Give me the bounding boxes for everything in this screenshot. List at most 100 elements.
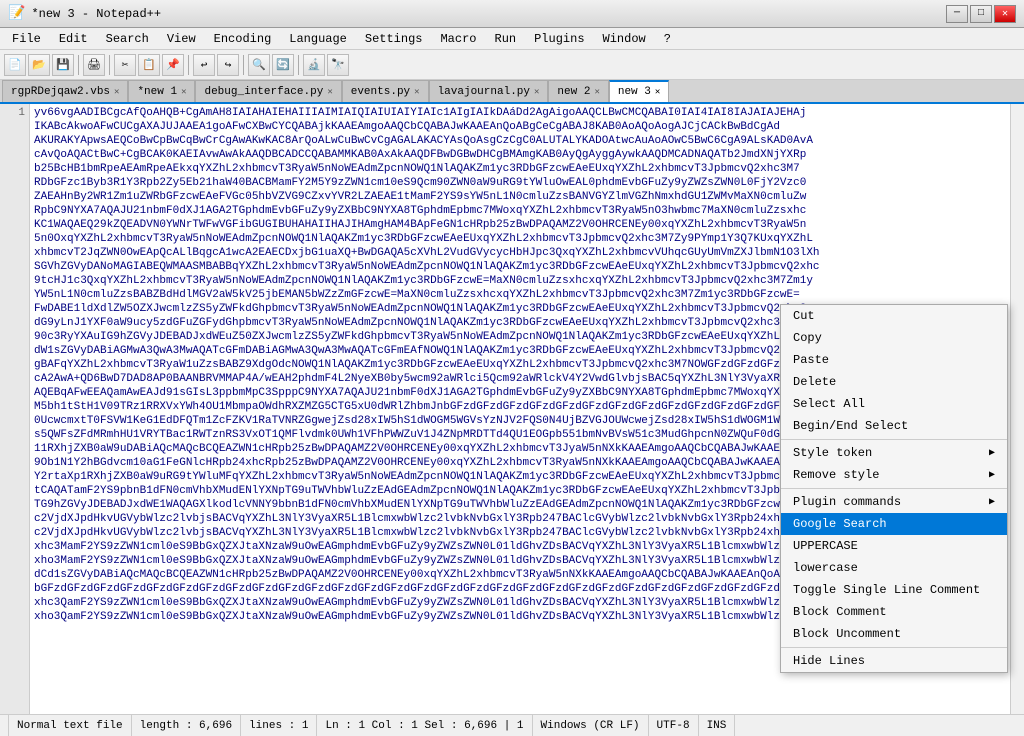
ctx-hide-lines[interactable]: Hide Lines (781, 650, 1007, 672)
ctx-copy[interactable]: Copy (781, 327, 1007, 349)
title-text: *new 3 - Notepad++ (31, 7, 161, 21)
status-file-type: Normal text file (8, 715, 132, 736)
window-controls: ─ □ ✕ (946, 5, 1016, 23)
toolbar: 📄 📂 💾 🖨 ✂ 📋 📌 ↩ ↪ 🔍 🔄 🔬 🔭 (0, 50, 1024, 80)
ctx-block-uncomment[interactable]: Block Uncomment (781, 623, 1007, 645)
ctx-style-token-label: Style token (793, 446, 872, 460)
toolbar-sep-2 (109, 55, 110, 75)
title-bar: 📝 *new 3 - Notepad++ ─ □ ✕ (0, 0, 1024, 28)
line-numbers: 1 (0, 104, 30, 714)
menu-view[interactable]: View (159, 28, 204, 49)
ctx-hide-lines-label: Hide Lines (793, 654, 865, 668)
tab-close-lava[interactable]: ✕ (534, 87, 539, 97)
menu-search[interactable]: Search (98, 28, 157, 49)
ctx-sep-1 (781, 439, 1007, 440)
code-line: RDbGFzc1Byb3R1Y3Rpb2Zy5Eb21haW40BACBMamF… (34, 176, 1006, 190)
status-bar: Normal text file length : 6,696 lines : … (0, 714, 1024, 736)
minimize-button[interactable]: ─ (946, 5, 968, 23)
menu-run[interactable]: Run (487, 28, 525, 49)
undo-button[interactable]: ↩ (193, 54, 215, 76)
tab-rgp[interactable]: rgpRDejqaw2.vbs ✕ (2, 80, 128, 102)
code-line: 9tcHJ1c3QxqYXZhL2xhbmcvT3RyaW5nNoWEAdmZp… (34, 274, 1006, 288)
tab-new3[interactable]: new 3 ✕ (609, 80, 669, 102)
ctx-select-all[interactable]: Select All (781, 393, 1007, 415)
toolbar-sep-4 (243, 55, 244, 75)
tab-events[interactable]: events.py ✕ (342, 80, 429, 102)
ctx-style-token[interactable]: Style token ▶ (781, 442, 1007, 464)
ctx-delete[interactable]: Delete (781, 371, 1007, 393)
code-line: 5n0OxqYXZhL2xhbmcvT3RyaW5nNoWEAdmZpcnNOW… (34, 232, 1006, 246)
menu-file[interactable]: File (4, 28, 49, 49)
tab-close-rgp[interactable]: ✕ (114, 87, 119, 97)
ctx-uppercase[interactable]: UPPERCASE (781, 535, 1007, 557)
menu-window[interactable]: Window (595, 28, 654, 49)
code-line: cAvQoAQACtBwC+CgBCAK0KAEIAvwAwAkAAQDBCAD… (34, 148, 1006, 162)
status-lines: lines : 1 (241, 715, 317, 736)
title-icon: 📝 *new 3 - Notepad++ (8, 5, 161, 22)
menu-language[interactable]: Language (281, 28, 355, 49)
code-line: IKABcAkwoAFwCUCgAXAJUJAAEA1goAFwCXBwCYCQ… (34, 120, 1006, 134)
print-button[interactable]: 🖨 (83, 54, 105, 76)
ctx-plugin-commands-arrow: ▶ (989, 496, 995, 508)
tab-close-debug[interactable]: ✕ (327, 87, 332, 97)
cut-button[interactable]: ✂ (114, 54, 136, 76)
tab-close-new1[interactable]: ✕ (181, 87, 186, 97)
paste-button[interactable]: 📌 (162, 54, 184, 76)
ctx-toggle-comment[interactable]: Toggle Single Line Comment (781, 579, 1007, 601)
ctx-cut[interactable]: Cut (781, 305, 1007, 327)
menu-help[interactable]: ? (656, 28, 679, 49)
tab-lava[interactable]: lavajournal.py ✕ (429, 80, 549, 102)
redo-button[interactable]: ↪ (217, 54, 239, 76)
ctx-remove-style-label: Remove style (793, 468, 879, 482)
new-button[interactable]: 📄 (4, 54, 26, 76)
maximize-button[interactable]: □ (970, 5, 992, 23)
ctx-begin-end-label: Begin/End Select (793, 419, 908, 433)
ctx-remove-style-arrow: ▶ (989, 469, 995, 481)
menu-edit[interactable]: Edit (51, 28, 96, 49)
ctx-cut-label: Cut (793, 309, 815, 323)
save-button[interactable]: 💾 (52, 54, 74, 76)
tab-close-new3[interactable]: ✕ (655, 87, 660, 97)
ctx-toggle-comment-label: Toggle Single Line Comment (793, 583, 980, 597)
status-cursor: Ln : 1 Col : 1 Sel : 6,696 | 1 (317, 715, 532, 736)
ctx-begin-end-select[interactable]: Begin/End Select (781, 415, 1007, 437)
ctx-delete-label: Delete (793, 375, 836, 389)
context-menu: Cut Copy Paste Delete Select All Begin/E… (780, 304, 1008, 673)
ctx-plugin-commands[interactable]: Plugin commands ▶ (781, 491, 1007, 513)
tab-label: rgpRDejqaw2.vbs (11, 86, 110, 98)
ctx-block-comment[interactable]: Block Comment (781, 601, 1007, 623)
code-line: ZAEAHnBy2WR1Zm1uZWRbGFzcwEAeFVGc05hbVZVG… (34, 190, 1006, 204)
tab-debug[interactable]: debug_interface.py ✕ (195, 80, 341, 102)
code-line: RpbC9NYXA7AQAJU21nbmF0dXJ1AGA2TGphdmEvbG… (34, 204, 1006, 218)
ctx-select-all-label: Select All (793, 397, 865, 411)
menu-encoding[interactable]: Encoding (206, 28, 280, 49)
toolbar-sep-3 (188, 55, 189, 75)
main-area: 1 yv66vgAADIBCgcAfQoAHQB+CgAmAH8IAIAHAIE… (0, 104, 1024, 714)
close-button[interactable]: ✕ (994, 5, 1016, 23)
zoom-out-button[interactable]: 🔭 (327, 54, 349, 76)
ctx-block-uncomment-label: Block Uncomment (793, 627, 901, 641)
ctx-paste[interactable]: Paste (781, 349, 1007, 371)
vertical-scrollbar[interactable] (1010, 104, 1024, 714)
tab-new1[interactable]: *new 1 ✕ (128, 80, 195, 102)
ctx-remove-style[interactable]: Remove style ▶ (781, 464, 1007, 486)
tab-close-new2[interactable]: ✕ (594, 87, 599, 97)
ctx-google-search-label: Google Search (793, 517, 887, 531)
status-length: length : 6,696 (132, 715, 241, 736)
tab-new2[interactable]: new 2 ✕ (548, 80, 608, 102)
code-line: AKURAKYApwsAEQCoBwCpBwCqBwCrCgAwAKwKAC8A… (34, 134, 1006, 148)
menu-settings[interactable]: Settings (357, 28, 431, 49)
find-button[interactable]: 🔍 (248, 54, 270, 76)
tab-close-events[interactable]: ✕ (414, 87, 419, 97)
code-line: yv66vgAADIBCgcAfQoAHQB+CgAmAH8IAIAHAIEHA… (34, 106, 1006, 120)
status-encoding: UTF-8 (649, 715, 699, 736)
menu-macro[interactable]: Macro (432, 28, 484, 49)
menu-plugins[interactable]: Plugins (526, 28, 592, 49)
open-button[interactable]: 📂 (28, 54, 50, 76)
ctx-uppercase-label: UPPERCASE (793, 539, 858, 553)
copy-button[interactable]: 📋 (138, 54, 160, 76)
ctx-lowercase[interactable]: lowercase (781, 557, 1007, 579)
ctx-google-search[interactable]: Google Search (781, 513, 1007, 535)
replace-button[interactable]: 🔄 (272, 54, 294, 76)
zoom-in-button[interactable]: 🔬 (303, 54, 325, 76)
